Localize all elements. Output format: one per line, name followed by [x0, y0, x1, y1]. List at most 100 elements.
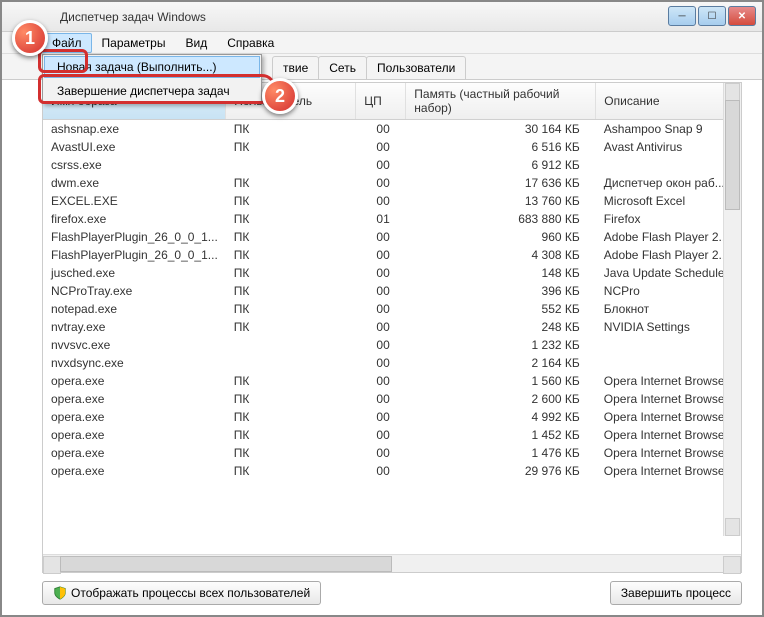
table-row[interactable]: AvastUI.exeПК006 516 КБAvast Antivirus: [43, 138, 741, 156]
cell-description: Opera Internet Browser: [596, 444, 741, 462]
cell-user: ПК: [226, 426, 356, 444]
cell-description: Opera Internet Browser: [596, 408, 741, 426]
cell-user: ПК: [226, 192, 356, 210]
cell-cpu: 00: [356, 354, 406, 372]
cell-image: opera.exe: [43, 408, 226, 426]
title-bar: Диспетчер задач Windows ─ ☐ ✕: [2, 2, 762, 32]
step-marker-1: 1: [12, 20, 48, 56]
table-row[interactable]: nvxdsync.exe002 164 КБ: [43, 354, 741, 372]
cell-user: ПК: [226, 408, 356, 426]
cell-user: [226, 156, 356, 174]
end-process-button[interactable]: Завершить процесс: [610, 581, 742, 605]
horizontal-scrollbar[interactable]: [43, 554, 741, 572]
col-cpu[interactable]: ЦП: [356, 83, 406, 120]
menu-exit-task-manager[interactable]: Завершение диспетчера задач: [43, 79, 261, 103]
cell-memory: 2 600 КБ: [406, 390, 596, 408]
cell-memory: 1 232 КБ: [406, 336, 596, 354]
table-row[interactable]: EXCEL.EXEПК0013 760 КБMicrosoft Excel: [43, 192, 741, 210]
table-row[interactable]: opera.exeПК001 560 КБOpera Internet Brow…: [43, 372, 741, 390]
table-row[interactable]: opera.exeПК004 992 КБOpera Internet Brow…: [43, 408, 741, 426]
cell-user: ПК: [226, 318, 356, 336]
cell-image: FlashPlayerPlugin_26_0_0_1...: [43, 228, 226, 246]
cell-memory: 13 760 КБ: [406, 192, 596, 210]
menu-file[interactable]: Файл: [42, 33, 92, 53]
cell-user: ПК: [226, 246, 356, 264]
table-row[interactable]: firefox.exeПК01683 880 КБFirefox: [43, 210, 741, 228]
menu-view[interactable]: Вид: [175, 33, 217, 53]
cell-memory: 1 560 КБ: [406, 372, 596, 390]
cell-description: Opera Internet Browser: [596, 462, 741, 480]
table-row[interactable]: jusched.exeПК00148 КБJava Update Schedul…: [43, 264, 741, 282]
cell-image: EXCEL.EXE: [43, 192, 226, 210]
table-row[interactable]: notepad.exeПК00552 КББлокнот: [43, 300, 741, 318]
cell-user: [226, 354, 356, 372]
table-row[interactable]: dwm.exeПК0017 636 КБДиспетчер окон раб..…: [43, 174, 741, 192]
cell-description: Firefox: [596, 210, 741, 228]
table-row[interactable]: ashsnap.exeПК0030 164 КБAshampoo Snap 9: [43, 120, 741, 139]
close-button[interactable]: ✕: [728, 6, 756, 26]
show-all-users-label: Отображать процессы всех пользователей: [71, 586, 310, 600]
table-row[interactable]: NCProTray.exeПК00396 КБNCPro: [43, 282, 741, 300]
cell-memory: 396 КБ: [406, 282, 596, 300]
footer-bar: Отображать процессы всех пользователей З…: [42, 581, 742, 605]
show-all-users-button[interactable]: Отображать процессы всех пользователей: [42, 581, 321, 605]
cell-description: Блокнот: [596, 300, 741, 318]
table-row[interactable]: FlashPlayerPlugin_26_0_0_1...ПК00960 КБA…: [43, 228, 741, 246]
cell-memory: 248 КБ: [406, 318, 596, 336]
cell-memory: 960 КБ: [406, 228, 596, 246]
cell-cpu: 00: [356, 174, 406, 192]
col-memory[interactable]: Память (частный рабочий набор): [406, 83, 596, 120]
cell-cpu: 00: [356, 300, 406, 318]
cell-memory: 1 452 КБ: [406, 426, 596, 444]
cell-image: nvtray.exe: [43, 318, 226, 336]
cell-image: dwm.exe: [43, 174, 226, 192]
window-controls: ─ ☐ ✕: [668, 6, 756, 26]
cell-image: firefox.exe: [43, 210, 226, 228]
cell-description: [596, 156, 741, 174]
table-row[interactable]: FlashPlayerPlugin_26_0_0_1...ПК004 308 К…: [43, 246, 741, 264]
cell-description: Opera Internet Browser: [596, 390, 741, 408]
cell-cpu: 00: [356, 156, 406, 174]
table-row[interactable]: opera.exeПК001 476 КБOpera Internet Brow…: [43, 444, 741, 462]
tab-users[interactable]: Пользователи: [366, 56, 466, 79]
cell-user: ПК: [226, 444, 356, 462]
cell-image: AvastUI.exe: [43, 138, 226, 156]
vertical-scrollbar[interactable]: [723, 83, 741, 536]
menu-options[interactable]: Параметры: [92, 33, 176, 53]
minimize-button[interactable]: ─: [668, 6, 696, 26]
cell-image: opera.exe: [43, 390, 226, 408]
table-row[interactable]: opera.exeПК0029 976 КБOpera Internet Bro…: [43, 462, 741, 480]
col-description[interactable]: Описание: [596, 83, 741, 120]
menu-new-task[interactable]: Новая задача (Выполнить...): [44, 56, 260, 78]
cell-image: csrss.exe: [43, 156, 226, 174]
table-scroll-area[interactable]: Имя образа Пользователь ЦП Память (частн…: [43, 83, 741, 554]
tab-network[interactable]: Сеть: [318, 56, 367, 79]
cell-description: Avast Antivirus: [596, 138, 741, 156]
cell-memory: 683 880 КБ: [406, 210, 596, 228]
cell-memory: 30 164 КБ: [406, 120, 596, 139]
cell-image: opera.exe: [43, 372, 226, 390]
cell-cpu: 00: [356, 246, 406, 264]
cell-user: ПК: [226, 174, 356, 192]
cell-cpu: 01: [356, 210, 406, 228]
cell-cpu: 00: [356, 192, 406, 210]
menu-help[interactable]: Справка: [217, 33, 284, 53]
window-title: Диспетчер задач Windows: [60, 10, 206, 24]
table-row[interactable]: nvvsvc.exe 001 232 КБ: [43, 336, 741, 354]
cell-user: ПК: [226, 210, 356, 228]
cell-image: nvvsvc.exe: [43, 336, 226, 354]
cell-description: Opera Internet Browser: [596, 372, 741, 390]
tab-partial[interactable]: твие: [272, 56, 319, 79]
cell-user: ПК: [226, 282, 356, 300]
cell-description: Adobe Flash Player 2...: [596, 246, 741, 264]
cell-memory: 29 976 КБ: [406, 462, 596, 480]
cell-image: FlashPlayerPlugin_26_0_0_1...: [43, 246, 226, 264]
table-row[interactable]: opera.exeПК001 452 КБOpera Internet Brow…: [43, 426, 741, 444]
maximize-button[interactable]: ☐: [698, 6, 726, 26]
table-row[interactable]: csrss.exe006 912 КБ: [43, 156, 741, 174]
table-row[interactable]: opera.exeПК002 600 КБOpera Internet Brow…: [43, 390, 741, 408]
table-row[interactable]: nvtray.exeПК00248 КБNVIDIA Settings: [43, 318, 741, 336]
cell-cpu: 00: [356, 426, 406, 444]
cell-cpu: 00: [356, 336, 406, 354]
cell-cpu: 00: [356, 264, 406, 282]
